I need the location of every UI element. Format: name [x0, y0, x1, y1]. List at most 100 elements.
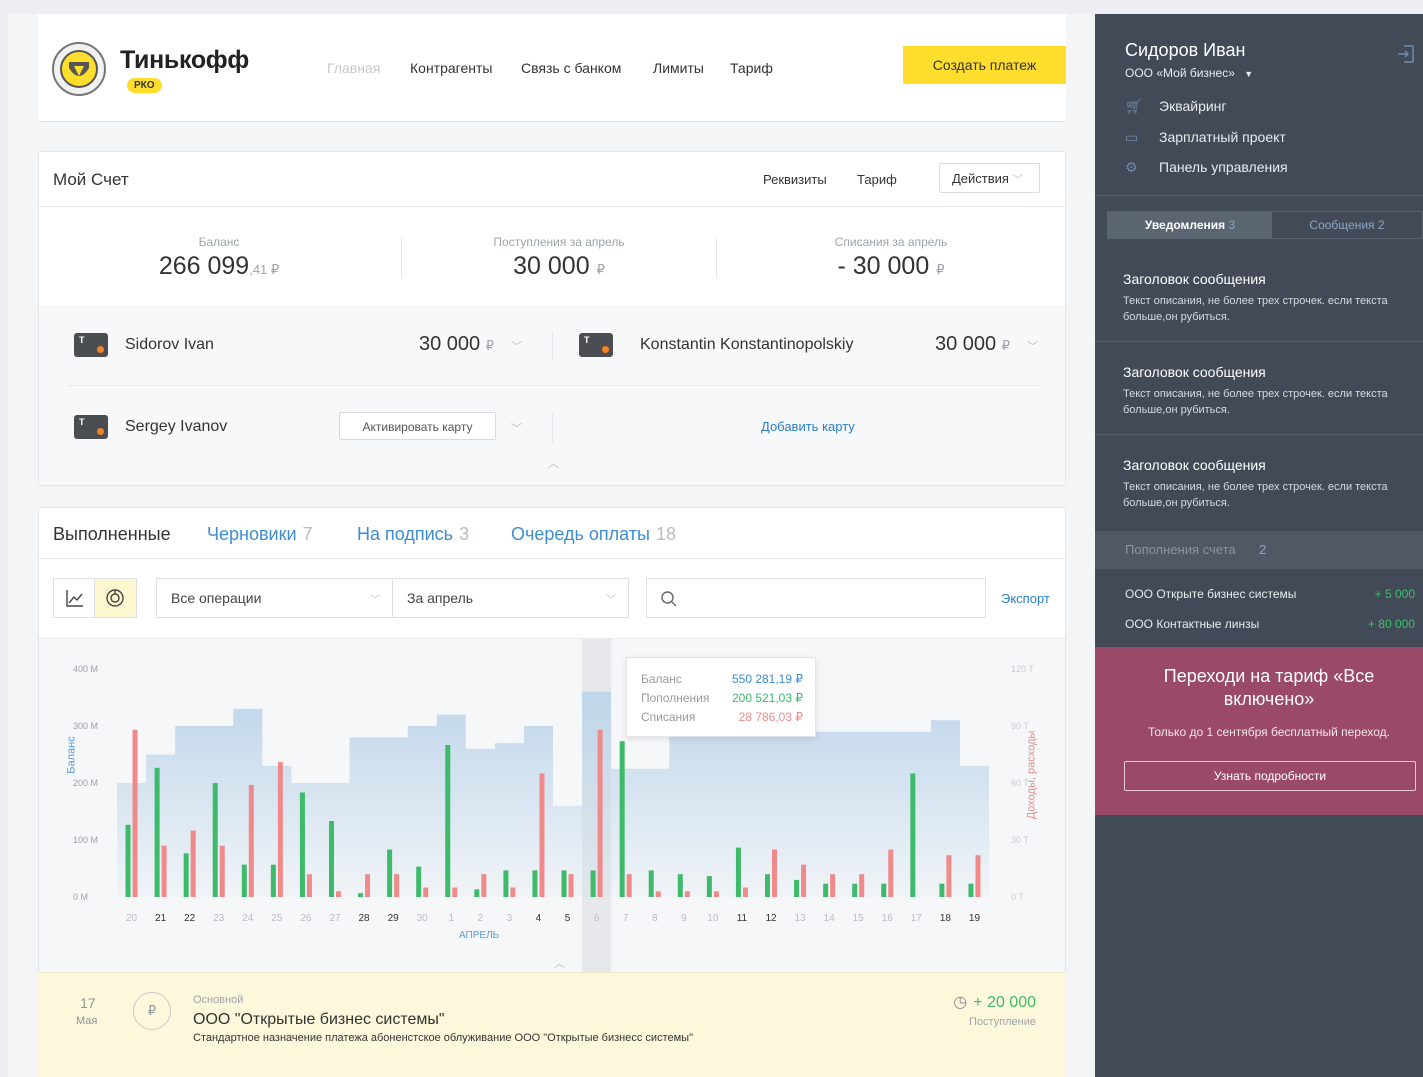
outgo-bar [190, 830, 196, 897]
divider [552, 413, 553, 443]
y2-tick-label: 30 T [1011, 835, 1029, 845]
x-tick-label: 25 [271, 913, 283, 924]
add-card-link[interactable]: Добавить карту [761, 419, 855, 434]
income-bar [968, 883, 974, 897]
chevron-down-icon: ﹀ [1012, 175, 1023, 186]
x-tick-label: 29 [388, 913, 400, 924]
card-holder[interactable]: Sidorov Ivan [125, 336, 214, 354]
requisites-link[interactable]: Реквизиты [763, 172, 827, 187]
tab-notifications[interactable]: Уведомления 3 [1108, 212, 1272, 238]
tab-messages[interactable]: Сообщения 2 [1272, 212, 1422, 238]
tooltip-outgo: Списания 28 786,03 ₽ [641, 710, 803, 724]
export-link[interactable]: Экспорт [1001, 591, 1050, 606]
card-icon [74, 333, 108, 357]
x-tick-label: 21 [155, 913, 167, 924]
tab-payment-queue[interactable]: Очередь оплаты 18 [511, 524, 676, 545]
pie-chart-icon[interactable] [95, 579, 136, 617]
logout-icon[interactable] [1397, 44, 1415, 69]
card-holder[interactable]: Konstantin Konstantinopolskiy [640, 336, 853, 354]
outgo-value: - 30 000 ₽ [837, 252, 945, 280]
topup-item[interactable]: ООО Контактные линзы + 80 000 [1125, 617, 1415, 631]
nav-counterparties[interactable]: Контрагенты [410, 60, 492, 76]
user-name[interactable]: Сидоров Иван [1125, 40, 1245, 61]
chevron-up-icon[interactable]: ︿ [554, 955, 565, 971]
nav-limits[interactable]: Лимиты [653, 60, 704, 76]
balance-label: Баланс [198, 235, 240, 249]
outgo-bar [655, 891, 661, 897]
cards-section: Sidorov Ivan 30 000 ₽ ﹀ Konstantin Konst… [39, 305, 1065, 485]
tab-drafts[interactable]: Черновики 7 [207, 524, 313, 545]
period-select[interactable]: За апрель ﹀ [392, 578, 629, 618]
outgo-bar [568, 874, 574, 897]
org-select[interactable]: ООО «Мой бизнес» ▼ [1125, 66, 1253, 80]
y-tick-label: 400 M [73, 664, 98, 674]
outgo-label: Списания за апрель [834, 235, 948, 249]
outgo-bar [772, 849, 777, 897]
actions-dropdown[interactable]: Действия ﹀ [939, 163, 1040, 193]
chevron-down-icon[interactable]: ﹀ [1027, 338, 1038, 354]
x-tick-label: 5 [565, 913, 571, 924]
outgo-bar [132, 729, 138, 897]
transaction-row[interactable]: 17 Мая ₽ Основной ООО "Открытые бизнес с… [38, 972, 1066, 1077]
create-payment-button[interactable]: Создать платеж [903, 46, 1066, 84]
income-bar [387, 849, 393, 897]
chevron-down-icon[interactable]: ﹀ [511, 420, 522, 436]
nav-bank-contact[interactable]: Связь с банком [521, 60, 621, 76]
x-tick-label: 19 [969, 913, 981, 924]
notification-item[interactable]: Заголовок сообщения Текст описания, не б… [1095, 342, 1423, 435]
menu-control-panel[interactable]: ⚙︎ Панель управления [1125, 159, 1288, 176]
x-tick-label: 16 [882, 913, 894, 924]
operations-select[interactable]: Все операции ﹀ [156, 578, 393, 618]
ruble-icon: ₽ [133, 992, 171, 1030]
card-amount: 30 000 ₽ [935, 333, 1011, 355]
x-tick-label: 10 [707, 913, 719, 924]
menu-acquiring[interactable]: 🛒︎ Эквайринг [1125, 98, 1227, 115]
search-input[interactable] [646, 578, 986, 618]
nav-tariff[interactable]: Тариф [730, 60, 773, 76]
income-bar [474, 889, 480, 897]
tab-to-sign[interactable]: На подпись 3 [357, 524, 469, 545]
outgo-bar [801, 864, 807, 897]
income-value: 30 000 ₽ [513, 252, 605, 280]
outgo-bar [684, 891, 690, 897]
tab-completed[interactable]: Выполненные [53, 524, 171, 545]
x-tick-label: 23 [213, 913, 225, 924]
line-chart-icon[interactable] [54, 579, 95, 617]
x-tick-label: 24 [242, 913, 254, 924]
x-tick-label: 6 [594, 913, 600, 924]
income-bar [735, 847, 741, 897]
chevron-down-icon: ﹀ [370, 595, 380, 606]
outgo-bar [742, 887, 748, 897]
topup-item[interactable]: ООО Открыте бизнес системы + 5 000 [1125, 587, 1415, 601]
outgo-bar [859, 874, 865, 897]
notification-item[interactable]: Заголовок сообщения Текст описания, не б… [1095, 249, 1423, 342]
income-bar [358, 893, 364, 897]
income-bar [503, 870, 509, 897]
divider [39, 558, 1065, 559]
sidebar-tabs: Уведомления 3 Сообщения 2 [1107, 211, 1423, 239]
topups-header[interactable]: Пополнения счета 2 [1095, 531, 1423, 569]
card-holder[interactable]: Sergey Ivanov [125, 418, 227, 436]
income-bar [154, 767, 160, 897]
outgo-bar [539, 773, 545, 897]
outgo-bar [452, 887, 458, 897]
income-bar [561, 870, 567, 897]
menu-salary[interactable]: ▭ Зарплатный проект [1125, 129, 1286, 146]
divider [1095, 195, 1423, 196]
x-tick-label: 7 [623, 913, 629, 924]
chevron-up-icon[interactable]: ︿ [548, 455, 559, 471]
promo-details-button[interactable]: Узнать подробности [1124, 761, 1416, 791]
tinkoff-logo-icon[interactable] [50, 40, 108, 98]
tariff-link[interactable]: Тариф [857, 172, 897, 187]
activate-card-button[interactable]: Активировать карту [339, 412, 496, 440]
nav-home[interactable]: Главная [327, 60, 380, 76]
clock-icon: ◷ [953, 994, 968, 1011]
x-axis-label: АПРЕЛЬ [459, 930, 500, 941]
view-toggle [53, 578, 137, 618]
divider [716, 238, 717, 278]
chevron-down-icon[interactable]: ﹀ [511, 338, 522, 354]
x-tick-label: 9 [681, 913, 687, 924]
notification-item[interactable]: Заголовок сообщения Текст описания, не б… [1095, 435, 1423, 528]
outgo-bar [161, 845, 167, 897]
x-tick-label: 2 [478, 913, 484, 924]
